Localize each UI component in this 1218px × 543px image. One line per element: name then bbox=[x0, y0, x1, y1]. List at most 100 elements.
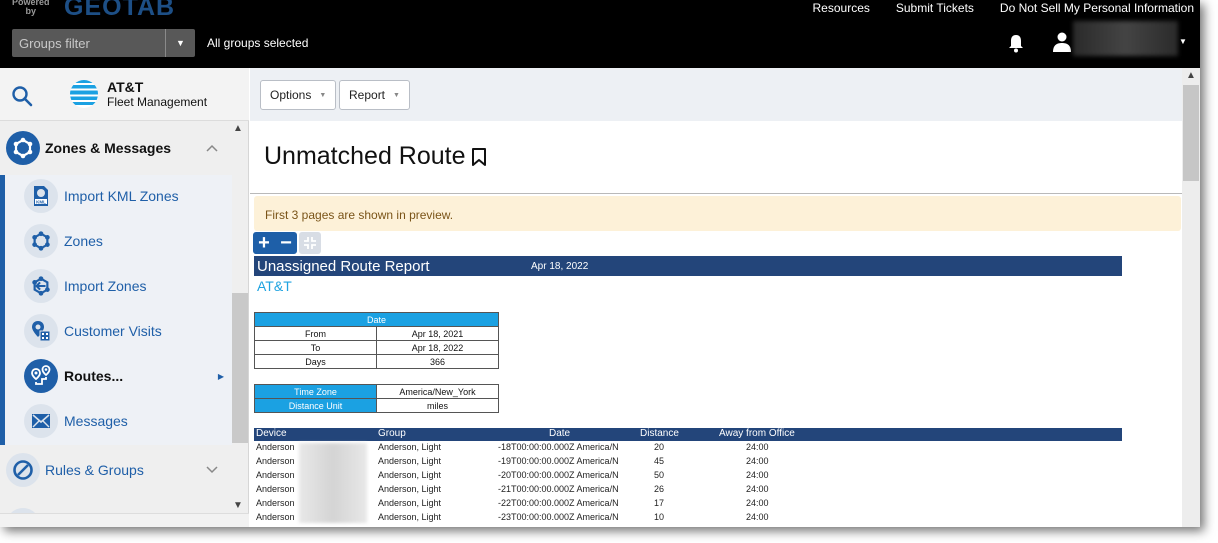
cell-away: 24:00 bbox=[746, 497, 769, 508]
main-scrollbar-thumb[interactable] bbox=[1183, 85, 1199, 181]
date-table-header: Date bbox=[254, 312, 499, 327]
bookmark-icon[interactable] bbox=[470, 146, 488, 168]
sidebar-header: AT&T Fleet Management bbox=[0, 68, 249, 121]
column-header-date: Date bbox=[549, 428, 571, 439]
setting-label: Time Zone bbox=[254, 384, 377, 399]
page-title: Unmatched Route bbox=[264, 142, 488, 171]
zoom-out-button[interactable]: − bbox=[275, 232, 297, 254]
caret-down-icon: ▼ bbox=[319, 91, 327, 99]
cell-date: -21T00:00:00.000Z America/N bbox=[498, 483, 619, 494]
groups-filter[interactable]: Groups filter ▼ bbox=[12, 29, 195, 57]
cell-group: Anderson, Light bbox=[378, 455, 442, 466]
report-button[interactable]: Report ▼ bbox=[339, 80, 410, 110]
zoom-in-button[interactable]: + bbox=[253, 232, 275, 254]
fit-to-page-button[interactable] bbox=[299, 232, 321, 254]
app-window: Powered by GEOTAB Groups filter ▼ All gro… bbox=[0, 0, 1200, 527]
bell-icon[interactable] bbox=[1006, 33, 1026, 53]
date-label: To bbox=[254, 340, 377, 355]
setting-value: America/New_York bbox=[376, 384, 499, 399]
table-row: To Apr 18, 2022 bbox=[254, 340, 499, 355]
report-date: Apr 18, 2022 bbox=[531, 260, 589, 272]
sidebar-item-label: Customer Visits bbox=[64, 323, 162, 339]
report-table-header: Device Group Date Distance Away from Off… bbox=[254, 428, 1122, 441]
sidebar-item-messages[interactable]: Messages bbox=[24, 402, 232, 440]
routes-icon bbox=[24, 359, 58, 393]
setting-value: miles bbox=[376, 398, 499, 413]
setting-label: Distance Unit bbox=[254, 398, 377, 413]
table-row: Anderson Anderson, Light -21T00:00:00.000Z… bbox=[254, 484, 1122, 498]
settings-table: Time Zone America/New_York Distance Unit… bbox=[254, 384, 499, 413]
user-menu-caret-icon[interactable]: ▼ bbox=[1179, 37, 1187, 46]
cell-group: Anderson, Light bbox=[378, 497, 442, 508]
groups-filter-input[interactable]: Groups filter bbox=[12, 29, 166, 57]
column-header-device: Device bbox=[256, 428, 287, 439]
cell-group: Anderson, Light bbox=[378, 483, 442, 494]
cell-distance: 17 bbox=[654, 497, 665, 508]
zones-icon bbox=[6, 131, 40, 165]
report-title: Unassigned Route Report bbox=[257, 257, 430, 275]
cell-away: 24:00 bbox=[746, 511, 769, 522]
sidebar-item-import-kml-zones[interactable]: KML Import KML Zones bbox=[24, 177, 232, 215]
page-title-text: Unmatched Route bbox=[264, 142, 466, 170]
sidebar-item-label: Messages bbox=[64, 413, 128, 429]
cell-group: Anderson, Light bbox=[378, 511, 442, 522]
report-label: Report bbox=[349, 88, 386, 102]
att-globe-icon bbox=[70, 80, 98, 108]
chevron-up-icon[interactable] bbox=[206, 144, 218, 152]
sidebar-submenu: KML Import KML Zones Zones Import Zones … bbox=[0, 175, 232, 445]
submit-tickets-link[interactable]: Submit Tickets bbox=[896, 1, 974, 15]
main-scroll-up-icon[interactable]: ▲ bbox=[1186, 70, 1196, 81]
groups-filter-dropdown-icon[interactable]: ▼ bbox=[166, 29, 195, 57]
search-icon[interactable] bbox=[11, 85, 33, 107]
user-icon[interactable] bbox=[1053, 32, 1071, 52]
cell-group: Anderson, Light bbox=[378, 442, 442, 452]
do-not-sell-link[interactable]: Do Not Sell My Personal Information bbox=[1000, 1, 1194, 15]
caret-down-icon: ▼ bbox=[393, 91, 400, 99]
zoom-controls: + − bbox=[253, 232, 321, 254]
user-name-redacted[interactable] bbox=[1073, 21, 1178, 56]
sidebar-footer bbox=[0, 513, 249, 527]
cell-device: Anderson bbox=[256, 442, 295, 452]
sidebar-item-customer-visits[interactable]: Customer Visits bbox=[24, 312, 232, 350]
resources-link[interactable]: Resources bbox=[813, 1, 870, 15]
table-row: Distance Unit miles bbox=[254, 398, 499, 413]
cell-device: Anderson bbox=[256, 497, 295, 508]
sidebar-scrollbar[interactable] bbox=[232, 293, 248, 443]
top-bar: Powered by GEOTAB Groups filter ▼ All gro… bbox=[0, 0, 1200, 68]
svg-text:KML: KML bbox=[36, 199, 46, 204]
date-label: From bbox=[254, 326, 377, 341]
cell-date: -23T00:00:00.000Z America/N bbox=[498, 511, 619, 522]
table-row: Days 366 bbox=[254, 354, 499, 369]
date-value: 366 bbox=[376, 354, 499, 369]
cell-device: Anderson bbox=[256, 455, 295, 466]
sidebar-scroll-up-icon[interactable]: ▲ bbox=[233, 123, 243, 134]
column-header-distance: Distance bbox=[640, 428, 679, 439]
chevron-down-icon[interactable] bbox=[206, 466, 218, 474]
sidebar-item-zones[interactable]: Zones bbox=[24, 222, 232, 260]
table-row: From Apr 18, 2021 bbox=[254, 326, 499, 341]
zoom-buttons: + − bbox=[253, 232, 297, 254]
sidebar-item-label: Routes... bbox=[64, 368, 124, 384]
options-button[interactable]: Options ▼ bbox=[260, 80, 337, 110]
geotab-logo: GEOTAB bbox=[64, 0, 176, 21]
sidebar-group-rules-groups[interactable]: Rules & Groups bbox=[0, 448, 232, 492]
sidebar-group-zones-messages[interactable]: Zones & Messages bbox=[0, 126, 232, 170]
sidebar-item-import-zones[interactable]: Import Zones bbox=[24, 267, 232, 305]
att-logo-subtitle: Fleet Management bbox=[107, 95, 208, 109]
top-links: Resources Submit Tickets Do Not Sell My … bbox=[813, 1, 1194, 15]
sidebar-item-routes[interactable]: Routes... ▶ bbox=[24, 357, 232, 395]
main-content: Options ▼ Report ▼ Unmatched Route First… bbox=[250, 68, 1182, 527]
cell-group: Anderson, Light bbox=[378, 469, 442, 480]
cell-distance: 50 bbox=[654, 469, 665, 480]
collapse-arrows-icon bbox=[304, 237, 316, 249]
sidebar-group-label: Zones & Messages bbox=[45, 140, 172, 156]
cell-device: Anderson bbox=[256, 483, 295, 494]
table-row: Time Zone America/New_York bbox=[254, 384, 499, 399]
customer-visits-icon bbox=[24, 314, 58, 348]
cell-distance: 20 bbox=[654, 442, 665, 452]
date-range-table: Date From Apr 18, 2021 To Apr 18, 2022 D… bbox=[254, 312, 499, 369]
sidebar-item-label: Zones bbox=[64, 233, 103, 249]
column-header-away: Away from Office bbox=[719, 428, 795, 439]
sidebar-item-label: Import Zones bbox=[64, 278, 147, 294]
sidebar-scroll-down-icon[interactable]: ▼ bbox=[233, 500, 243, 511]
